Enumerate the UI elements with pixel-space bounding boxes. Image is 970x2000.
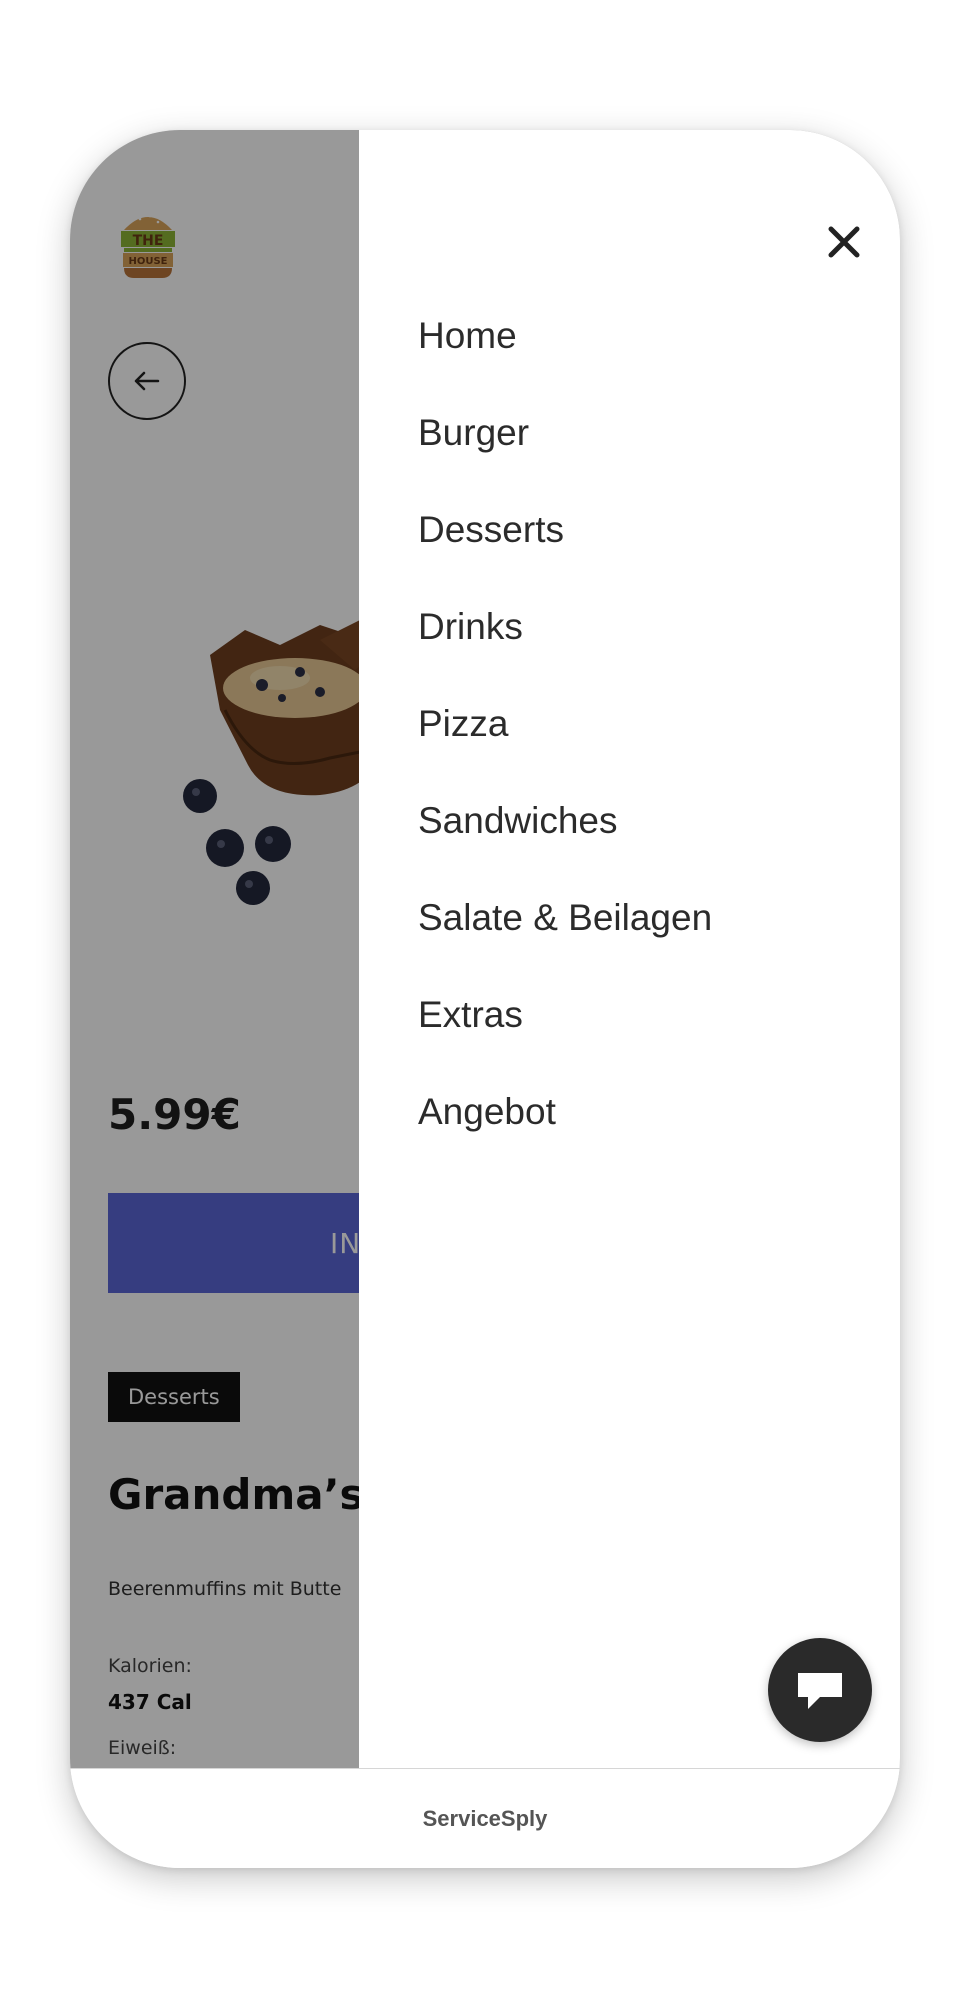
navigation-drawer: Home Burger Desserts Drinks Pizza Sandwi…: [359, 130, 900, 1768]
menu-item-angebot[interactable]: Angebot: [418, 1091, 712, 1188]
close-icon: [828, 226, 860, 258]
footer-brand[interactable]: ServiceSply: [423, 1806, 548, 1832]
phone-frame: THE HOUSE 5.99€ IN Desserts Grandma’s I …: [70, 130, 900, 1868]
chat-button[interactable]: [768, 1638, 872, 1742]
menu-item-sandwiches[interactable]: Sandwiches: [418, 800, 712, 897]
menu-item-burger[interactable]: Burger: [418, 412, 712, 509]
menu-item-salate-beilagen[interactable]: Salate & Beilagen: [418, 897, 712, 994]
footer: ServiceSply: [70, 1768, 900, 1868]
close-button[interactable]: [822, 220, 866, 264]
menu-item-desserts[interactable]: Desserts: [418, 509, 712, 606]
menu-item-home[interactable]: Home: [418, 315, 712, 412]
menu-item-extras[interactable]: Extras: [418, 994, 712, 1091]
nav-menu: Home Burger Desserts Drinks Pizza Sandwi…: [418, 315, 712, 1188]
menu-item-pizza[interactable]: Pizza: [418, 703, 712, 800]
chat-icon: [798, 1673, 842, 1709]
menu-item-drinks[interactable]: Drinks: [418, 606, 712, 703]
